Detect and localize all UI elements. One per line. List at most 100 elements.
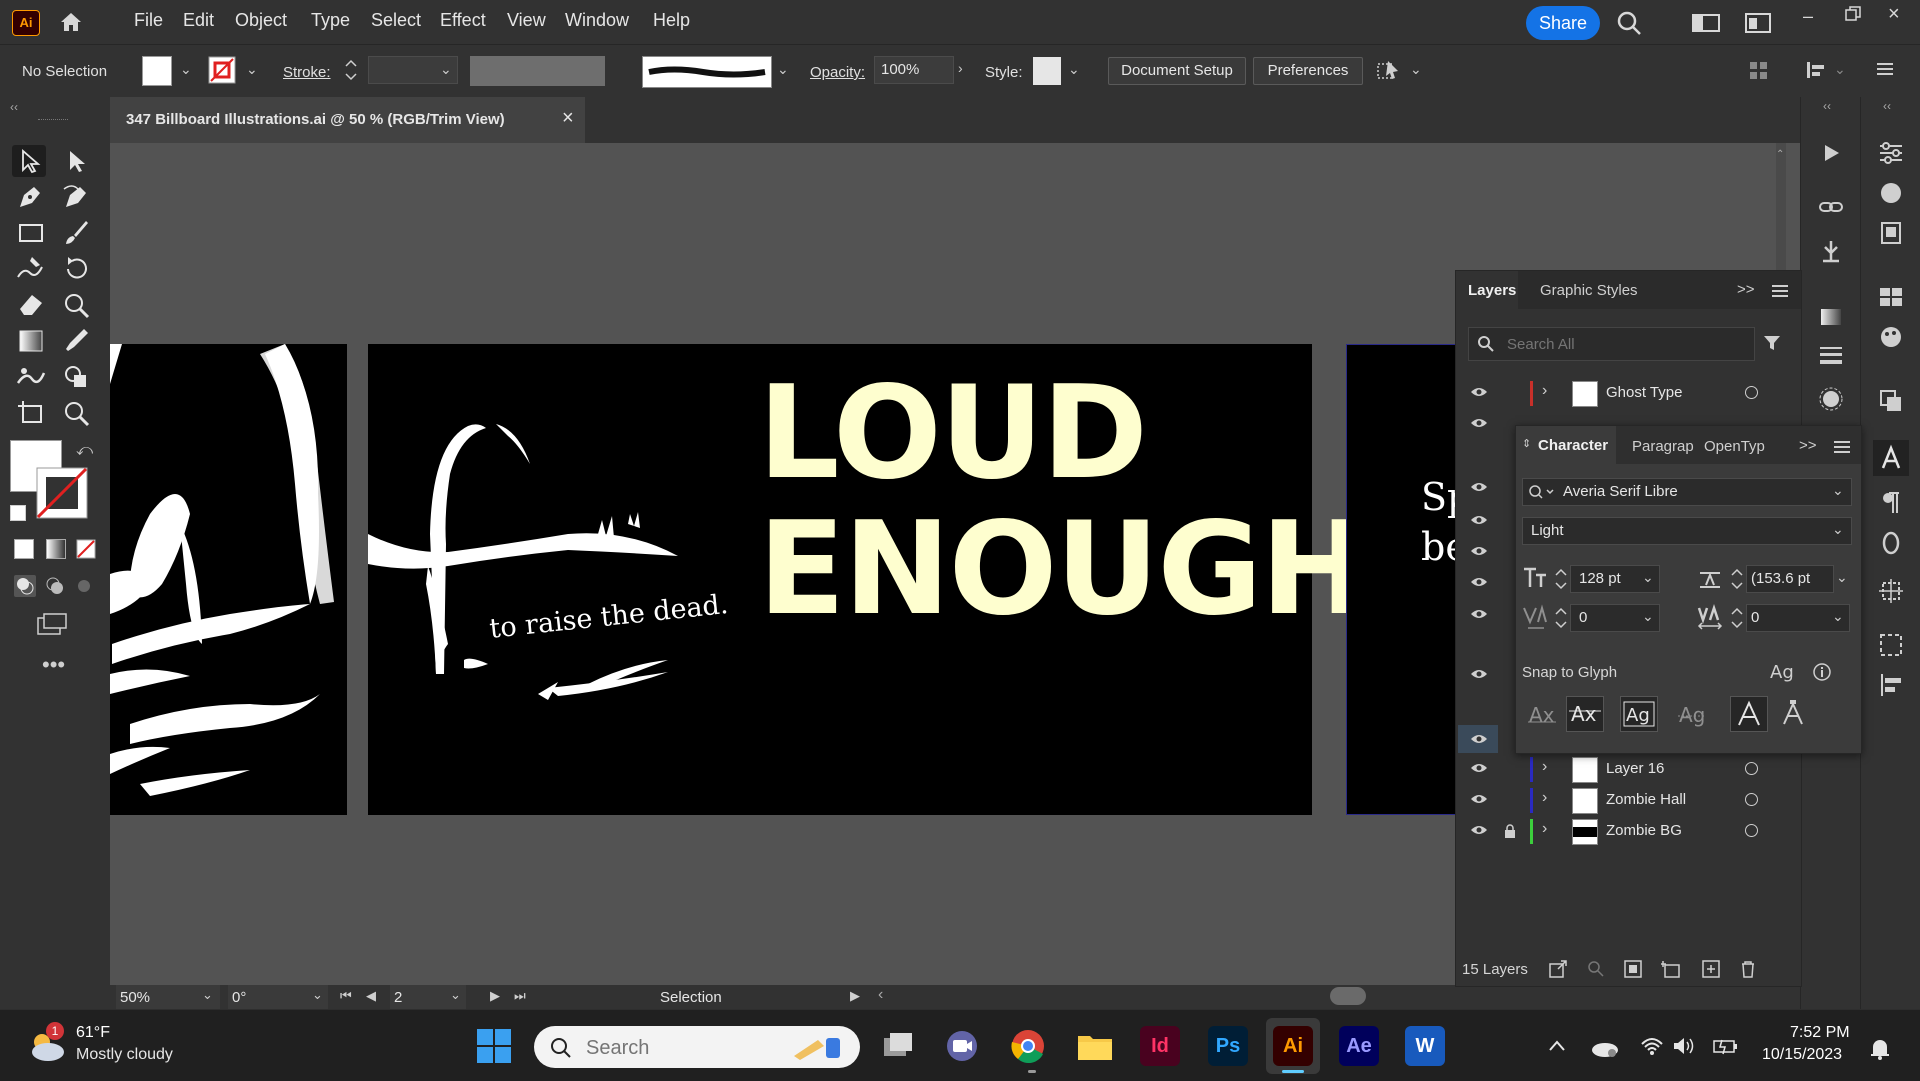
tab-character[interactable]: Character [1538,437,1608,454]
share-button[interactable]: Share [1526,6,1600,40]
eraser-tool-icon[interactable] [14,289,48,321]
collapse-panel-icon[interactable]: ‹‹ [10,100,18,114]
task-view-icon[interactable] [880,1028,916,1064]
stroke-panel-icon[interactable] [1817,341,1845,369]
layer-row-ghost-type[interactable]: › Ghost Type [1456,378,1801,409]
file-explorer-icon[interactable] [1076,1028,1114,1064]
lock-icon[interactable] [1504,824,1516,838]
home-icon[interactable] [58,10,84,34]
swap-colors-icon[interactable]: ⤺ [76,442,93,460]
panel-menu-icon[interactable] [1875,60,1895,78]
artboard-1[interactable] [110,344,347,815]
properties-icon[interactable] [1877,139,1905,167]
gradient-panel-icon[interactable] [1817,303,1845,331]
zoom-tool-icon[interactable] [60,397,94,429]
chevron-up-icon[interactable] [1548,1038,1566,1052]
expand-arrow-icon[interactable]: › [1542,758,1547,776]
panel-menu-icon[interactable] [1834,441,1850,453]
close-tab-icon[interactable]: × [562,107,574,130]
new-sublayer-icon[interactable] [1661,959,1681,979]
new-layer-icon[interactable] [1701,959,1721,979]
pen-tool-icon[interactable] [14,181,48,213]
shape-builder-tool-icon[interactable] [60,361,94,393]
tab-graphic-styles[interactable]: Graphic Styles [1540,282,1638,299]
minimize-icon[interactable]: – [1803,6,1813,27]
target-circle-icon[interactable] [1745,762,1758,775]
scroll-up-icon[interactable]: ⌃ [1776,149,1784,160]
status-menu-icon[interactable]: ▶ [850,988,860,1004]
weather-temp[interactable]: 61°F [76,1024,110,1042]
visibility-eye-icon[interactable] [1470,576,1488,588]
brushes-icon[interactable] [1877,323,1905,351]
blend-tool-icon[interactable] [14,361,48,393]
clock-time[interactable]: 7:52 PM [1790,1024,1850,1042]
artboard-2[interactable]: to raise the dead. LOUD ENOUGH [368,344,1367,815]
color-mode-icon[interactable] [14,539,34,559]
fill-swatch[interactable] [142,56,172,86]
none-mode-icon[interactable] [76,539,96,559]
volume-icon[interactable] [1672,1036,1696,1056]
wifi-icon[interactable] [1640,1036,1664,1056]
battery-icon[interactable] [1712,1036,1740,1056]
transform-panel-icon[interactable] [1877,577,1905,605]
make-clipping-mask-icon[interactable] [1623,959,1643,979]
transform-icon[interactable] [1805,60,1827,80]
expand-panel-icon[interactable]: >> [1737,281,1755,298]
layer-name[interactable]: Ghost Type [1606,384,1682,401]
chrome-icon[interactable] [1010,1028,1046,1064]
graphic-style-swatch[interactable] [1033,57,1061,85]
links-icon[interactable] [1817,193,1845,221]
curvature-tool-icon[interactable] [60,181,94,213]
word-icon[interactable]: W [1405,1026,1445,1066]
preferences-button[interactable]: Preferences [1253,57,1363,85]
clock-date[interactable]: 10/15/2023 [1762,1046,1842,1064]
menu-type[interactable]: Type [311,10,350,31]
horizontal-scroll-thumb[interactable] [1330,987,1366,1005]
visibility-eye-icon[interactable] [1470,386,1488,398]
artboard-number-field[interactable]: 2 ⌄ [390,985,466,1009]
visibility-eye-icon[interactable] [1470,668,1488,680]
snap-glyph-bounds-icon[interactable]: Ag [1620,696,1658,732]
appearance-icon[interactable] [1817,385,1845,413]
snap-proximity-icon[interactable]: Ag [1676,700,1708,730]
layers-icon[interactable] [1877,387,1905,415]
puppet-warp-icon[interactable] [1817,237,1845,265]
brush-definition[interactable] [642,56,772,88]
opacity-field[interactable]: 100% [874,56,954,84]
chevron-down-icon[interactable]: ⌄ [1832,521,1844,538]
menu-view[interactable]: View [507,10,546,31]
visibility-eye-icon[interactable] [1470,793,1488,805]
stroke-color-box[interactable] [36,467,88,519]
collapse-arrows-icon[interactable]: ⇕ [1522,437,1531,450]
font-size-stepper[interactable] [1554,566,1568,592]
visibility-eye-icon[interactable] [1470,824,1488,836]
chevron-down-icon[interactable]: ⌄ [440,61,452,78]
panel-menu-icon[interactable] [1772,285,1788,297]
chevron-down-icon[interactable]: ⌄ [312,987,323,1003]
target-circle-icon[interactable] [1745,824,1758,837]
collapse-dock-icon[interactable]: ‹‹ [1883,99,1891,113]
first-artboard-icon[interactable]: ⏮ [340,988,352,1004]
expand-arrow-icon[interactable]: › [1542,382,1547,400]
warp-tool-icon[interactable] [60,289,94,321]
scroll-left-icon[interactable]: ‹ [878,986,883,1004]
stroke-weight-stepper[interactable] [344,57,358,83]
layer-name[interactable]: Layer 16 [1606,760,1664,777]
delete-layer-icon[interactable] [1738,959,1758,979]
layer-name[interactable]: Zombie BG [1606,822,1682,839]
expand-arrow-icon[interactable]: › [1542,820,1547,838]
leading-field[interactable]: (153.6 pt [1746,565,1834,593]
chevron-down-icon[interactable]: ⌄ [1832,608,1844,625]
weather-description[interactable]: Mostly cloudy [76,1046,173,1064]
visibility-eye-icon[interactable] [1470,481,1488,493]
tab-paragraph[interactable]: Paragrap [1632,438,1694,455]
windows-start-icon[interactable] [476,1028,512,1064]
close-window-icon[interactable]: × [1888,3,1900,26]
menu-effect[interactable]: Effect [440,10,486,31]
target-circle-icon[interactable] [1745,793,1758,806]
selection-options-icon[interactable] [1376,59,1402,83]
selection-tool-icon[interactable] [12,145,46,177]
visibility-eye-icon[interactable] [1470,545,1488,557]
chevron-down-icon[interactable]: ⌄ [1410,61,1422,78]
tab-opentype[interactable]: OpenTyp [1704,438,1765,455]
